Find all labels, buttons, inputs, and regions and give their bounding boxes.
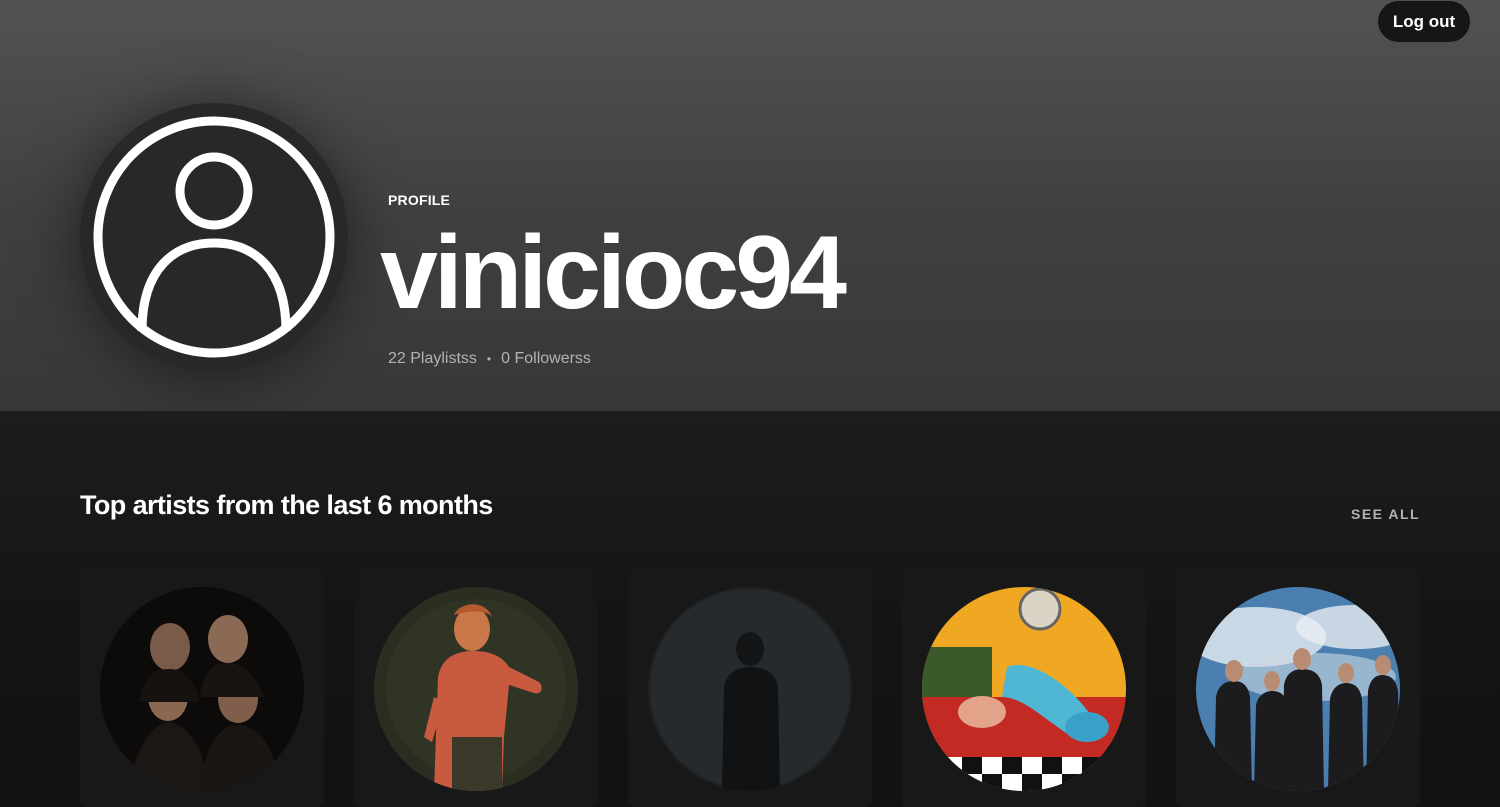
profile-username: vinicioc94 (380, 215, 847, 331)
artist-image (1196, 587, 1400, 791)
user-icon (93, 116, 335, 358)
artist-image (648, 587, 852, 791)
artist-card[interactable] (354, 567, 598, 807)
see-all-link[interactable]: SEE ALL (1351, 506, 1420, 522)
artist-card[interactable] (628, 567, 872, 807)
stats-separator: • (486, 352, 492, 366)
artist-card[interactable] (1176, 567, 1420, 807)
artist-image (100, 587, 304, 791)
logout-button[interactable]: Log out (1378, 1, 1470, 42)
artist-image (374, 587, 578, 791)
artist-card[interactable] (80, 567, 324, 807)
profile-avatar[interactable] (80, 103, 348, 371)
artist-image (922, 587, 1126, 791)
profile-type-label: PROFILE (388, 192, 451, 208)
playlists-count[interactable]: 22 Playlistss (388, 350, 477, 368)
followers-count[interactable]: 0 Followerss (501, 350, 591, 368)
artist-card[interactable] (902, 567, 1146, 807)
profile-stats: 22 Playlistss • 0 Followerss (388, 350, 591, 368)
top-artists-title[interactable]: Top artists from the last 6 months (80, 490, 493, 521)
